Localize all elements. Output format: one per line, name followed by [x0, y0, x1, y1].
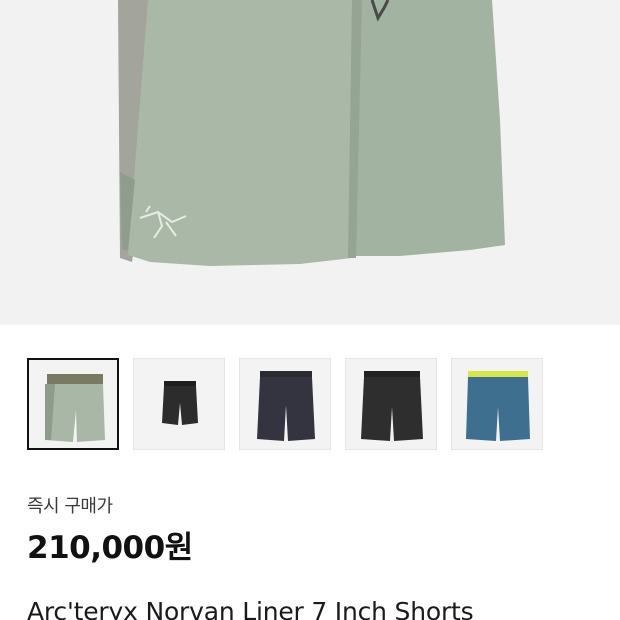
price-label: 즉시 구매가: [27, 496, 113, 517]
black-shorts-large-icon: [346, 359, 436, 449]
thumbnail-sage-shorts[interactable]: [27, 358, 119, 450]
price-value: 210,000원: [27, 530, 193, 566]
thumbnail-blue-shorts[interactable]: [451, 358, 543, 450]
product-title: Arc'teryx Norvan Liner 7 Inch Shorts: [27, 597, 474, 620]
shorts-hero-illustration: [0, 0, 620, 325]
charcoal-shorts-icon: [240, 359, 330, 449]
thumbnail-gallery: [27, 358, 593, 452]
blue-shorts-icon: [452, 359, 542, 449]
thumbnail-charcoal-shorts[interactable]: [239, 358, 331, 450]
black-shorts-icon: [134, 359, 224, 449]
product-hero-image[interactable]: [0, 0, 620, 325]
sage-shorts-icon: [29, 360, 117, 448]
thumbnail-black-shorts-small[interactable]: [133, 358, 225, 450]
thumbnail-black-shorts[interactable]: [345, 358, 437, 450]
